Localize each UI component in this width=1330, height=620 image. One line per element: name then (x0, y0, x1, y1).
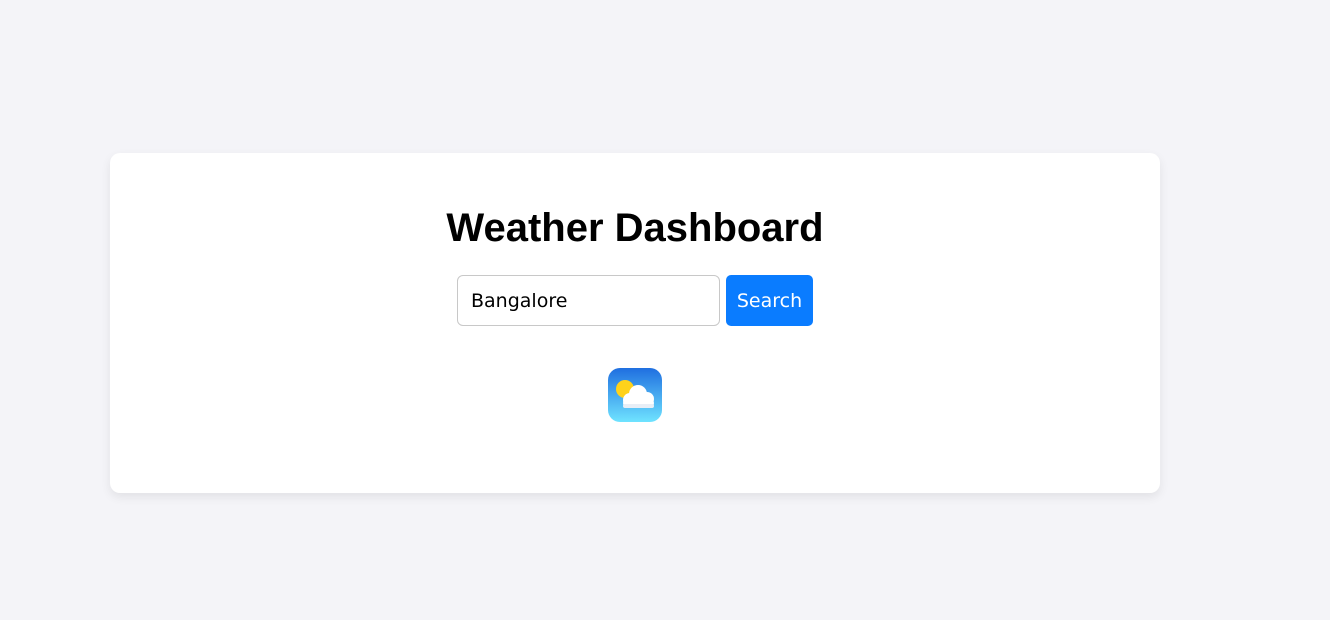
search-bar: Search (457, 275, 813, 326)
search-button[interactable]: Search (726, 275, 813, 326)
weather-card: Weather Dashboard Search (110, 153, 1160, 493)
city-search-input[interactable] (457, 275, 720, 326)
page-title: Weather Dashboard (446, 206, 824, 250)
partly-cloudy-icon (608, 368, 662, 422)
